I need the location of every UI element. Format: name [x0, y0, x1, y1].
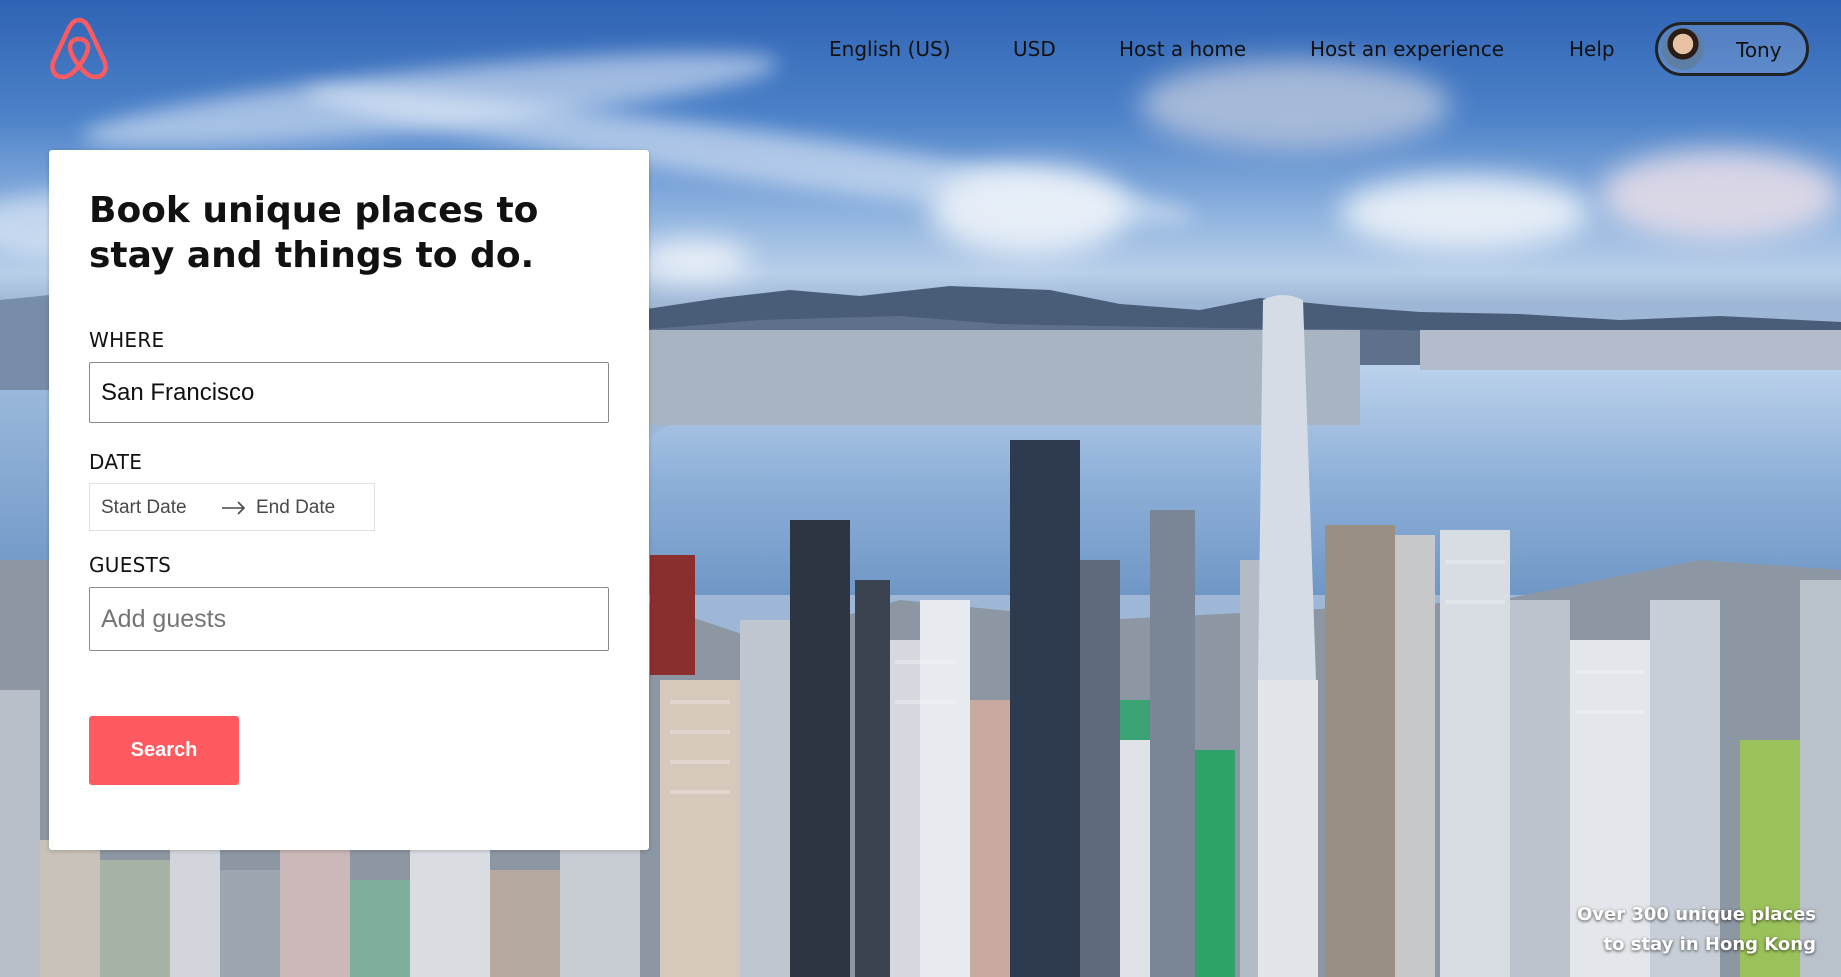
- arrow-right-icon: [222, 501, 246, 515]
- guests-input[interactable]: [89, 587, 609, 651]
- nav-host-experience-link[interactable]: Host an experience: [1310, 37, 1504, 61]
- date-label: DATE: [89, 450, 143, 474]
- start-date-field[interactable]: Start Date: [101, 497, 187, 519]
- hero-caption-line2: to stay in Hong Kong: [1603, 934, 1817, 955]
- hero-caption: Over 300 unique places to stay in Hong K…: [1577, 900, 1816, 960]
- nav-currency-link[interactable]: USD: [1013, 37, 1056, 61]
- guests-label: GUESTS: [89, 553, 172, 577]
- hero-caption-line1: Over 300 unique places: [1577, 904, 1816, 925]
- airbnb-logo-icon[interactable]: [46, 14, 112, 82]
- where-label: WHERE: [89, 328, 165, 352]
- end-date-field[interactable]: End Date: [256, 497, 335, 519]
- where-input[interactable]: [89, 362, 609, 423]
- profile-name: Tony: [1736, 38, 1782, 62]
- card-title: Book unique places to stay and things to…: [89, 190, 539, 276]
- user-avatar-icon: [1662, 28, 1704, 70]
- nav-language-link[interactable]: English (US): [829, 37, 951, 61]
- search-card: Book unique places to stay and things to…: [49, 150, 649, 850]
- date-range-picker[interactable]: Start Date End Date: [89, 483, 375, 531]
- search-button[interactable]: Search: [89, 716, 239, 785]
- profile-menu-button[interactable]: Tony: [1655, 22, 1809, 76]
- nav-help-link[interactable]: Help: [1569, 37, 1615, 61]
- nav-host-home-link[interactable]: Host a home: [1119, 37, 1246, 61]
